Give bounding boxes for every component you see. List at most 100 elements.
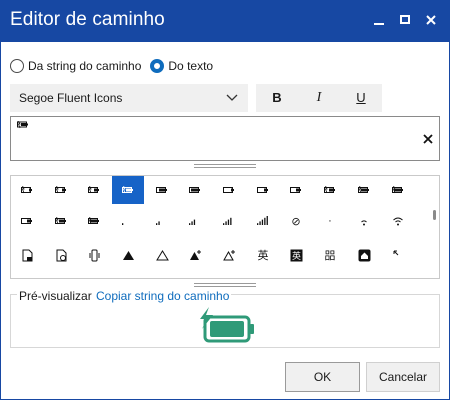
signal-4-icon: [223, 217, 232, 225]
bold-button[interactable]: B: [256, 84, 298, 112]
svg-text:英: 英: [291, 250, 300, 262]
glyph-cell-doc-lock[interactable]: [11, 241, 43, 269]
batt-1-icon: [55, 186, 66, 194]
glyph-cell-warning-outline[interactable]: [146, 241, 178, 269]
clear-text-button[interactable]: [423, 131, 433, 147]
batt-13-icon: [88, 217, 99, 225]
glyph-cell-batt-4[interactable]: [179, 176, 211, 204]
glyph-cell-batt-7[interactable]: [280, 176, 312, 204]
radio-circle-checked[interactable]: [150, 59, 165, 73]
glyph-cell-signal-5[interactable]: [247, 207, 279, 235]
copy-path-string-link[interactable]: Copiar string do caminho: [94, 289, 232, 303]
glyph-cell-batt-1[interactable]: [45, 176, 77, 204]
glyph-cell-batt-6[interactable]: [247, 176, 279, 204]
grid-scrollbar[interactable]: [433, 210, 436, 220]
warning-outline-icon: [155, 249, 169, 260]
battery-charging-icon: [17, 121, 28, 129]
source-radio-group: Da string do caminho Do texto: [10, 58, 222, 74]
close-icon: [423, 134, 433, 144]
glyph-cell-signal-1[interactable]: [112, 207, 144, 235]
glyph-cell-signal-3[interactable]: [179, 207, 211, 235]
maximize-button[interactable]: [392, 8, 418, 34]
splitter-handle-top[interactable]: [194, 164, 256, 168]
batt-12-icon: [55, 217, 66, 225]
glyph-cell-batt-3[interactable]: [146, 176, 178, 204]
ime-korean-icon: 㗊: [324, 250, 336, 262]
signal-3-icon: [189, 219, 196, 225]
batt-9-icon: [358, 186, 369, 194]
radio-from-path-string[interactable]: Da string do caminho: [10, 59, 141, 73]
batt-2-icon: [88, 186, 99, 194]
glyph-cell-phone-vibrate[interactable]: [78, 241, 110, 269]
maximize-icon: [400, 15, 410, 24]
minimize-button[interactable]: [366, 8, 392, 34]
preview-label: Pré-visualizar: [17, 289, 94, 303]
glyph-cell-batt-5[interactable]: [213, 176, 245, 204]
no-signal-icon: ⊘: [291, 215, 301, 228]
glyph-cell-warning-filled[interactable]: [112, 241, 144, 269]
glyph-grid: ⊘ · 英 英 㗊: [10, 175, 440, 279]
splitter-handle-bottom[interactable]: [194, 283, 256, 287]
glyph-cell-signal-2[interactable]: [146, 207, 178, 235]
batt-11-icon: [21, 218, 32, 224]
batt-10-icon: [392, 186, 403, 194]
glyph-cell-ime-chinese-boxed[interactable]: 英: [280, 241, 312, 269]
cancel-button[interactable]: Cancelar: [366, 362, 440, 392]
glyph-cell-resize-arrow[interactable]: [382, 241, 414, 269]
battery-charging-preview-icon: [200, 307, 254, 343]
glyph-cell-ime-korean[interactable]: 㗊: [314, 241, 346, 269]
radio-circle[interactable]: [10, 59, 24, 73]
glyph-cell-warning-outline-plus[interactable]: [213, 241, 245, 269]
signal-5-icon: [257, 216, 268, 225]
glyph-cell-batt-2[interactable]: [78, 176, 110, 204]
glyph-cell-ime-chinese[interactable]: 英: [247, 241, 279, 269]
underline-button[interactable]: U: [340, 84, 382, 112]
glyph-cell-batt-8[interactable]: [314, 176, 346, 204]
radio-from-text[interactable]: Do texto: [150, 59, 213, 73]
batt-8-icon: [324, 186, 335, 194]
glyph-cell-batt-0[interactable]: [11, 176, 43, 204]
warning-filled-icon: [122, 250, 134, 260]
glyph-cell-batt-9[interactable]: [348, 176, 380, 204]
batt-6-icon: [257, 187, 268, 193]
warning-outline-plus-icon: [222, 249, 235, 260]
glyph-cell-batt-12[interactable]: [45, 207, 77, 235]
glyph-text-input[interactable]: [10, 116, 440, 161]
doc-chart-icon: [56, 249, 66, 261]
chevron-down-icon: [226, 94, 238, 101]
radio-label: Do texto: [168, 59, 214, 73]
glyph-cell-doc-chart[interactable]: [45, 241, 77, 269]
ok-button[interactable]: OK: [285, 362, 360, 392]
wifi-1-icon: [361, 220, 367, 226]
batt-7-icon: [290, 187, 301, 193]
glyph-cell-signal-4[interactable]: [213, 207, 245, 235]
glyph-cell-batt-charging-selected[interactable]: [112, 176, 144, 204]
glyph-cell-batt-11[interactable]: [11, 207, 43, 235]
batt-charging-selected-icon: [122, 186, 133, 194]
batt-4-icon: [189, 187, 200, 193]
title-bar: Editor de caminho: [0, 0, 450, 42]
batt-0-icon: [21, 186, 32, 194]
glyph-cell-batt-10[interactable]: [382, 176, 414, 204]
glyph-cell-wifi-2[interactable]: [382, 207, 414, 235]
glyph-cell-no-signal[interactable]: ⊘: [280, 207, 312, 235]
batt-3-icon: [156, 187, 167, 193]
glyph-cell-warning-filled-plus[interactable]: [179, 241, 211, 269]
minimize-icon: [374, 23, 384, 25]
glyph-cell-wifi-1[interactable]: [348, 207, 380, 235]
font-family-value: Segoe Fluent Icons: [19, 91, 123, 105]
radio-label: Da string do caminho: [28, 59, 142, 73]
font-family-select[interactable]: Segoe Fluent Icons: [10, 84, 248, 112]
glyph-cell-home-boxed[interactable]: [348, 241, 380, 269]
warning-filled-plus-icon: [189, 249, 201, 260]
glyph-cell-batt-13[interactable]: [78, 207, 110, 235]
italic-button[interactable]: I: [298, 84, 340, 112]
dot-icon: ·: [328, 215, 332, 227]
ime-chinese-boxed-icon: 英: [290, 249, 302, 262]
signal-2-icon: [156, 221, 160, 225]
glyph-cell-dot[interactable]: ·: [314, 207, 346, 235]
ime-chinese-icon: 英: [257, 250, 269, 262]
home-boxed-icon: [358, 249, 370, 261]
close-window-button[interactable]: [418, 8, 444, 34]
wifi-2-icon: [393, 217, 403, 226]
